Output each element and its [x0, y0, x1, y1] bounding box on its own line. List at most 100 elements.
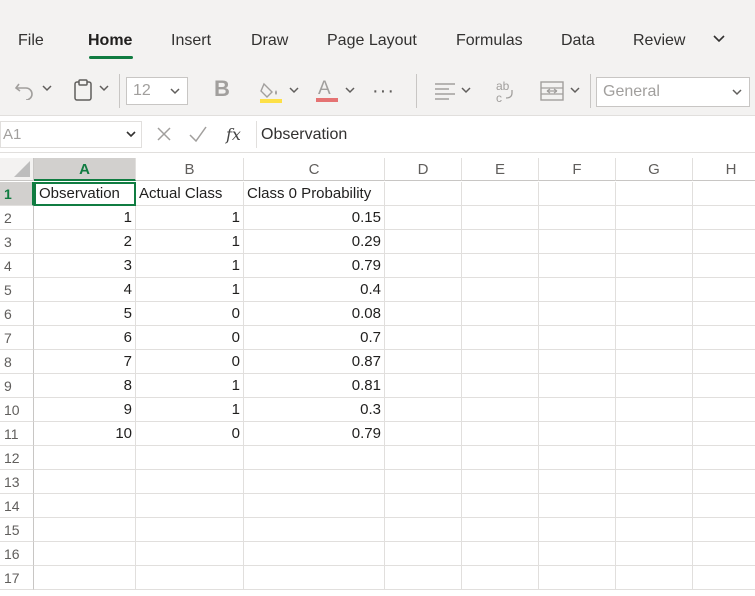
select-all-corner[interactable]: [0, 158, 34, 181]
cell-c8[interactable]: 0.87: [244, 350, 385, 374]
row-header-14[interactable]: 14: [0, 494, 34, 518]
cell-g10[interactable]: [616, 398, 693, 422]
cell-g8[interactable]: [616, 350, 693, 374]
cell-d13[interactable]: [385, 470, 462, 494]
cell-b4[interactable]: 1: [136, 254, 244, 278]
cell-a6[interactable]: 5: [34, 302, 136, 326]
cell-a15[interactable]: [34, 518, 136, 542]
row-header-3[interactable]: 3: [0, 230, 34, 254]
cell-a12[interactable]: [34, 446, 136, 470]
row-header-6[interactable]: 6: [0, 302, 34, 326]
insert-function-icon[interactable]: fx: [226, 125, 241, 144]
cell-e9[interactable]: [462, 374, 539, 398]
formula-input[interactable]: Observation: [256, 121, 755, 148]
tab-page-layout[interactable]: Page Layout: [327, 32, 417, 50]
cell-a7[interactable]: 6: [34, 326, 136, 350]
row-header-1[interactable]: 1: [0, 182, 34, 206]
row-header-12[interactable]: 12: [0, 446, 34, 470]
cell-b16[interactable]: [136, 542, 244, 566]
cell-a17[interactable]: [34, 566, 136, 590]
cell-d8[interactable]: [385, 350, 462, 374]
undo-chevron-icon[interactable]: [41, 82, 53, 94]
row-header-2[interactable]: 2: [0, 206, 34, 230]
cell-b10[interactable]: 1: [136, 398, 244, 422]
fill-color-icon[interactable]: [258, 78, 284, 104]
column-header-d[interactable]: D: [385, 158, 462, 181]
row-header-16[interactable]: 16: [0, 542, 34, 566]
cell-a8[interactable]: 7: [34, 350, 136, 374]
cell-g13[interactable]: [616, 470, 693, 494]
cell-f2[interactable]: [539, 206, 616, 230]
column-header-e[interactable]: E: [462, 158, 539, 181]
cell-f7[interactable]: [539, 326, 616, 350]
column-header-b[interactable]: B: [136, 158, 244, 181]
cell-e15[interactable]: [462, 518, 539, 542]
cell-e10[interactable]: [462, 398, 539, 422]
cell-g16[interactable]: [616, 542, 693, 566]
cell-f13[interactable]: [539, 470, 616, 494]
cell-d2[interactable]: [385, 206, 462, 230]
paste-chevron-icon[interactable]: [98, 82, 110, 94]
cell-c3[interactable]: 0.29: [244, 230, 385, 254]
tab-home[interactable]: Home: [88, 32, 132, 50]
merge-cells-icon[interactable]: [539, 79, 565, 103]
cell-d12[interactable]: [385, 446, 462, 470]
more-options-icon[interactable]: ···: [372, 80, 395, 103]
row-header-7[interactable]: 7: [0, 326, 34, 350]
cell-f17[interactable]: [539, 566, 616, 590]
cell-h13[interactable]: [693, 470, 755, 494]
tab-review[interactable]: Review: [633, 32, 685, 50]
cell-c13[interactable]: [244, 470, 385, 494]
wrap-text-icon[interactable]: ab c: [494, 78, 518, 104]
cell-b5[interactable]: 1: [136, 278, 244, 302]
paste-icon[interactable]: [72, 78, 94, 102]
cell-g7[interactable]: [616, 326, 693, 350]
cell-g5[interactable]: [616, 278, 693, 302]
cell-g4[interactable]: [616, 254, 693, 278]
cell-d14[interactable]: [385, 494, 462, 518]
font-color-chevron-icon[interactable]: [344, 84, 356, 96]
cell-f5[interactable]: [539, 278, 616, 302]
cell-b2[interactable]: 1: [136, 206, 244, 230]
cell-a5[interactable]: 4: [34, 278, 136, 302]
column-header-c[interactable]: C: [244, 158, 385, 181]
cell-h3[interactable]: [693, 230, 755, 254]
cell-c9[interactable]: 0.81: [244, 374, 385, 398]
cell-f6[interactable]: [539, 302, 616, 326]
bold-icon[interactable]: B: [214, 76, 230, 102]
cell-d17[interactable]: [385, 566, 462, 590]
cell-c5[interactable]: 0.4: [244, 278, 385, 302]
number-format-select[interactable]: General: [596, 77, 750, 107]
cell-d7[interactable]: [385, 326, 462, 350]
cell-h12[interactable]: [693, 446, 755, 470]
cell-b11[interactable]: 0: [136, 422, 244, 446]
cell-e6[interactable]: [462, 302, 539, 326]
cell-a14[interactable]: [34, 494, 136, 518]
cell-d3[interactable]: [385, 230, 462, 254]
tab-file[interactable]: File: [18, 32, 44, 50]
cell-c12[interactable]: [244, 446, 385, 470]
cell-e11[interactable]: [462, 422, 539, 446]
cell-f15[interactable]: [539, 518, 616, 542]
confirm-entry-icon[interactable]: [188, 123, 208, 151]
column-header-g[interactable]: G: [616, 158, 693, 181]
row-header-5[interactable]: 5: [0, 278, 34, 302]
row-header-11[interactable]: 11: [0, 422, 34, 446]
row-header-4[interactable]: 4: [0, 254, 34, 278]
row-header-9[interactable]: 9: [0, 374, 34, 398]
fill-color-chevron-icon[interactable]: [288, 84, 300, 96]
undo-icon[interactable]: [14, 80, 36, 100]
cell-d9[interactable]: [385, 374, 462, 398]
cell-b12[interactable]: [136, 446, 244, 470]
cell-g11[interactable]: [616, 422, 693, 446]
cell-e2[interactable]: [462, 206, 539, 230]
cell-b9[interactable]: 1: [136, 374, 244, 398]
cell-b6[interactable]: 0: [136, 302, 244, 326]
cell-f9[interactable]: [539, 374, 616, 398]
merge-chevron-icon[interactable]: [569, 84, 581, 96]
cell-e4[interactable]: [462, 254, 539, 278]
cell-b1[interactable]: Actual Class: [136, 182, 244, 206]
row-header-13[interactable]: 13: [0, 470, 34, 494]
cell-h6[interactable]: [693, 302, 755, 326]
cell-c6[interactable]: 0.08: [244, 302, 385, 326]
